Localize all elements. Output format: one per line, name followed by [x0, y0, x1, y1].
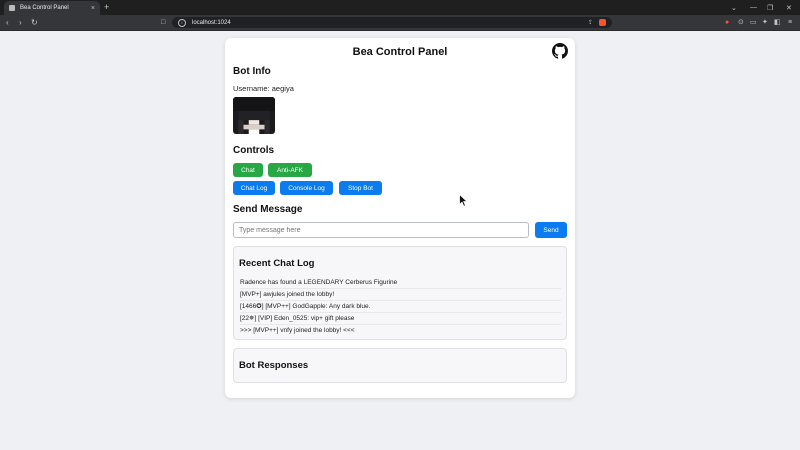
console-log-button[interactable]: Console Log — [280, 181, 333, 195]
chat-log-line: [22✵] [VIP] Eden_0525: vip+ gift please — [240, 313, 561, 325]
bot-responses-heading: Bot Responses — [239, 360, 309, 371]
chat-log-line: [MVP+] awjules joined the lobby! — [240, 289, 561, 301]
info-icon[interactable]: i — [178, 18, 186, 27]
wallet-icon[interactable]: ⊙ — [738, 18, 744, 27]
forward-button[interactable]: › — [19, 15, 22, 30]
mouse-cursor-icon — [459, 194, 468, 207]
github-icon[interactable] — [552, 43, 568, 59]
bot-responses-panel: Bot Responses — [233, 348, 567, 383]
username-label: Username: aegiya — [233, 84, 294, 93]
chat-log-button[interactable]: Chat Log — [233, 181, 275, 195]
chat-log-line: Radence has found a LEGENDARY Cerberus F… — [240, 277, 561, 289]
new-tab-button[interactable]: + — [104, 1, 109, 14]
puzzle-icon[interactable]: ✦ — [762, 18, 768, 27]
chat-log-heading: Recent Chat Log — [239, 258, 315, 269]
chat-toggle-button[interactable]: Chat — [233, 163, 263, 177]
chat-log-line: [1466✪] [MVP++] GodGapple: Any dark blue… — [240, 301, 561, 313]
avatar — [233, 97, 275, 134]
anti-afk-button[interactable]: Anti-AFK — [268, 163, 312, 177]
bot-info-heading: Bot Info — [233, 66, 271, 77]
browser-tabstrip: Bea Control Panel × + ⌄ — ❐ ✕ — [0, 0, 800, 15]
share-icon[interactable]: ⇪ — [588, 19, 593, 26]
close-window-icon[interactable]: ✕ — [786, 0, 792, 15]
minimize-icon[interactable]: — — [750, 0, 757, 15]
message-input[interactable] — [233, 222, 529, 238]
bookmark-icon[interactable]: □ — [161, 15, 165, 30]
skin-head-image — [233, 97, 275, 134]
chat-log-line: >>> [MVP++] vnfy joined the lobby! <<< — [240, 327, 355, 334]
browser-tab[interactable]: Bea Control Panel × — [4, 1, 100, 15]
reload-button[interactable]: ↻ — [31, 15, 38, 30]
maximize-icon[interactable]: ❐ — [767, 0, 773, 15]
menu-icon[interactable]: ≡ — [788, 18, 792, 27]
browser-toolbar: ‹ › ↻ □ i localhost:1024 ⇪ ● ⊙ ▭ ✦ ◧ ≡ — [0, 15, 800, 31]
extension-icon[interactable]: ● — [725, 18, 729, 27]
brave-shield-icon[interactable] — [599, 19, 606, 26]
sidebar-icon[interactable]: ◧ — [774, 18, 781, 27]
tab-close-icon[interactable]: × — [91, 5, 95, 12]
url-text[interactable]: localhost:1024 — [192, 20, 588, 26]
tab-favicon-icon — [9, 5, 15, 11]
send-button[interactable]: Send — [535, 222, 567, 238]
controls-heading: Controls — [233, 145, 275, 156]
tab-title: Bea Control Panel — [20, 5, 69, 11]
stop-bot-button[interactable]: Stop Bot — [339, 181, 382, 195]
page-title: Bea Control Panel — [352, 46, 448, 58]
address-bar[interactable]: i localhost:1024 ⇪ — [172, 17, 612, 28]
tab-search-icon[interactable]: ⌄ — [731, 0, 737, 15]
send-message-heading: Send Message — [233, 204, 303, 215]
leo-icon[interactable]: ▭ — [750, 18, 757, 27]
chat-log-panel: Recent Chat Log Radence has found a LEGE… — [233, 246, 567, 340]
control-panel-card: Bea Control Panel Bot Info Username: aeg… — [225, 38, 575, 398]
back-button[interactable]: ‹ — [6, 15, 9, 30]
